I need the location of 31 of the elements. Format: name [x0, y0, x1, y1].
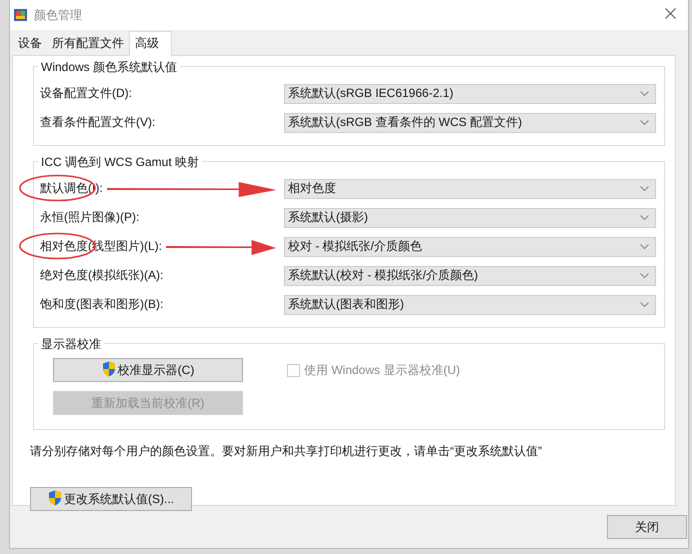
- group-title: Windows 颜色系统默认值: [38, 59, 180, 76]
- app-icon: [13, 7, 29, 23]
- change-defaults-button[interactable]: 更改系统默认值(S)...: [30, 487, 192, 511]
- chevron-icon: [640, 91, 649, 96]
- field-label: 绝对色度(模拟纸张)(A):: [40, 267, 164, 284]
- close-button[interactable]: 关闭: [607, 515, 687, 539]
- chevron-icon: [640, 302, 649, 307]
- dropdown[interactable]: 系统默认(sRGB 查看条件的 WCS 配置文件): [284, 112, 656, 132]
- chevron-icon: [640, 215, 649, 220]
- chevron-icon: [640, 186, 649, 191]
- window-title: 颜色管理: [34, 6, 82, 24]
- field-label: 永恒(照片图像)(P):: [40, 209, 140, 226]
- dropdown[interactable]: 系统默认(sRGB IEC61966-2.1): [284, 84, 656, 104]
- group-title: 显示器校准: [38, 336, 104, 353]
- tab[interactable]: 所有配置文件: [47, 33, 129, 55]
- field-label: 设备配置文件(D):: [40, 85, 132, 102]
- tab[interactable]: 设备: [13, 33, 47, 55]
- dropdown[interactable]: 系统默认(图表和图形): [284, 294, 656, 314]
- group-title: ICC 调色到 WCS Gamut 映射: [38, 154, 202, 171]
- chevron-icon: [640, 244, 649, 249]
- dropdown[interactable]: 系统默认(校对 - 模拟纸张/介质颜色): [284, 266, 656, 286]
- dropdown[interactable]: 相对色度: [284, 178, 656, 198]
- field-label: 查看条件配置文件(V):: [40, 114, 156, 131]
- chevron-icon: [640, 273, 649, 278]
- dropdown[interactable]: 校对 - 模拟纸张/介质颜色: [284, 236, 656, 256]
- info-text: 请分别存储对每个用户的颜色设置。要对新用户和共享打印机进行更改，请单击“更改系统默认值”: [30, 443, 543, 460]
- dropdown[interactable]: 系统默认(摄影): [284, 208, 656, 228]
- tab[interactable]: 高级: [129, 31, 172, 56]
- field-label: 饱和度(图表和图形)(B):: [40, 296, 164, 313]
- chevron-icon: [640, 120, 649, 125]
- calibrate-button[interactable]: 校准显示器(C): [53, 358, 243, 382]
